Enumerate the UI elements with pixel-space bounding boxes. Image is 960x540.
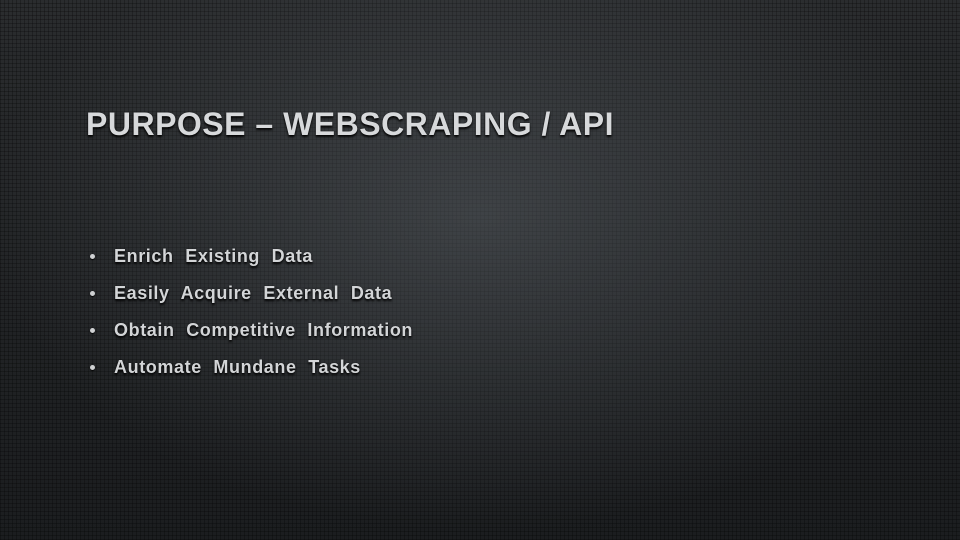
list-item: Enrich Existing Data: [86, 246, 413, 267]
list-item: Obtain Competitive Information: [86, 320, 413, 341]
list-item: Automate Mundane Tasks: [86, 357, 413, 378]
list-item: Easily Acquire External Data: [86, 283, 413, 304]
bullet-list: Enrich Existing Data Easily Acquire Exte…: [86, 246, 413, 394]
slide: PURPOSE – WEBSCRAPING / API Enrich Exist…: [0, 0, 960, 540]
slide-title: PURPOSE – WEBSCRAPING / API: [86, 106, 614, 143]
